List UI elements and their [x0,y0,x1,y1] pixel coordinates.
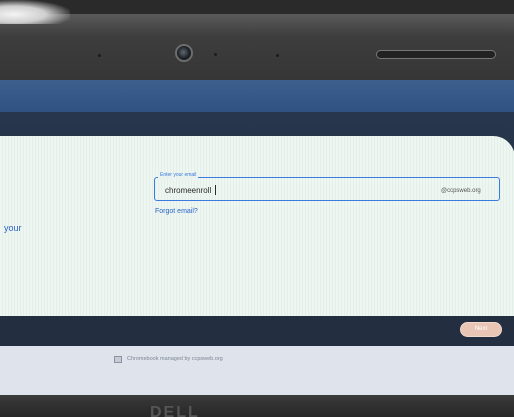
left-link-fragment[interactable]: your [4,223,22,233]
sensor-dot [276,54,279,57]
managed-device-text: Chromebook managed by ccpsweb.org [127,356,223,362]
email-domain-suffix: @ccpsweb.org [441,188,481,194]
email-field-label: Enter your email [158,172,199,179]
screen-header-band [0,80,514,112]
enterprise-building-icon [114,356,122,363]
ceiling-light-glare [0,0,70,24]
text-cursor [215,185,216,195]
screen: your Enter your email chromeenroll @ccps… [0,80,514,402]
speaker-grille [376,50,496,59]
sensor-dot [214,53,217,56]
card-footer-strip [0,316,514,346]
laptop-bezel-top [0,0,514,90]
email-input-value[interactable]: chromeenroll [165,186,211,195]
forgot-email-link[interactable]: Forgot email? [155,208,198,215]
signin-card [0,136,514,316]
laptop-bezel-bottom [0,395,514,417]
sensor-dot [98,54,101,57]
webcam-icon [175,44,193,62]
managed-device-bar [0,346,514,402]
next-button[interactable]: Next [460,322,502,337]
brand-logo: DELL [150,404,200,417]
